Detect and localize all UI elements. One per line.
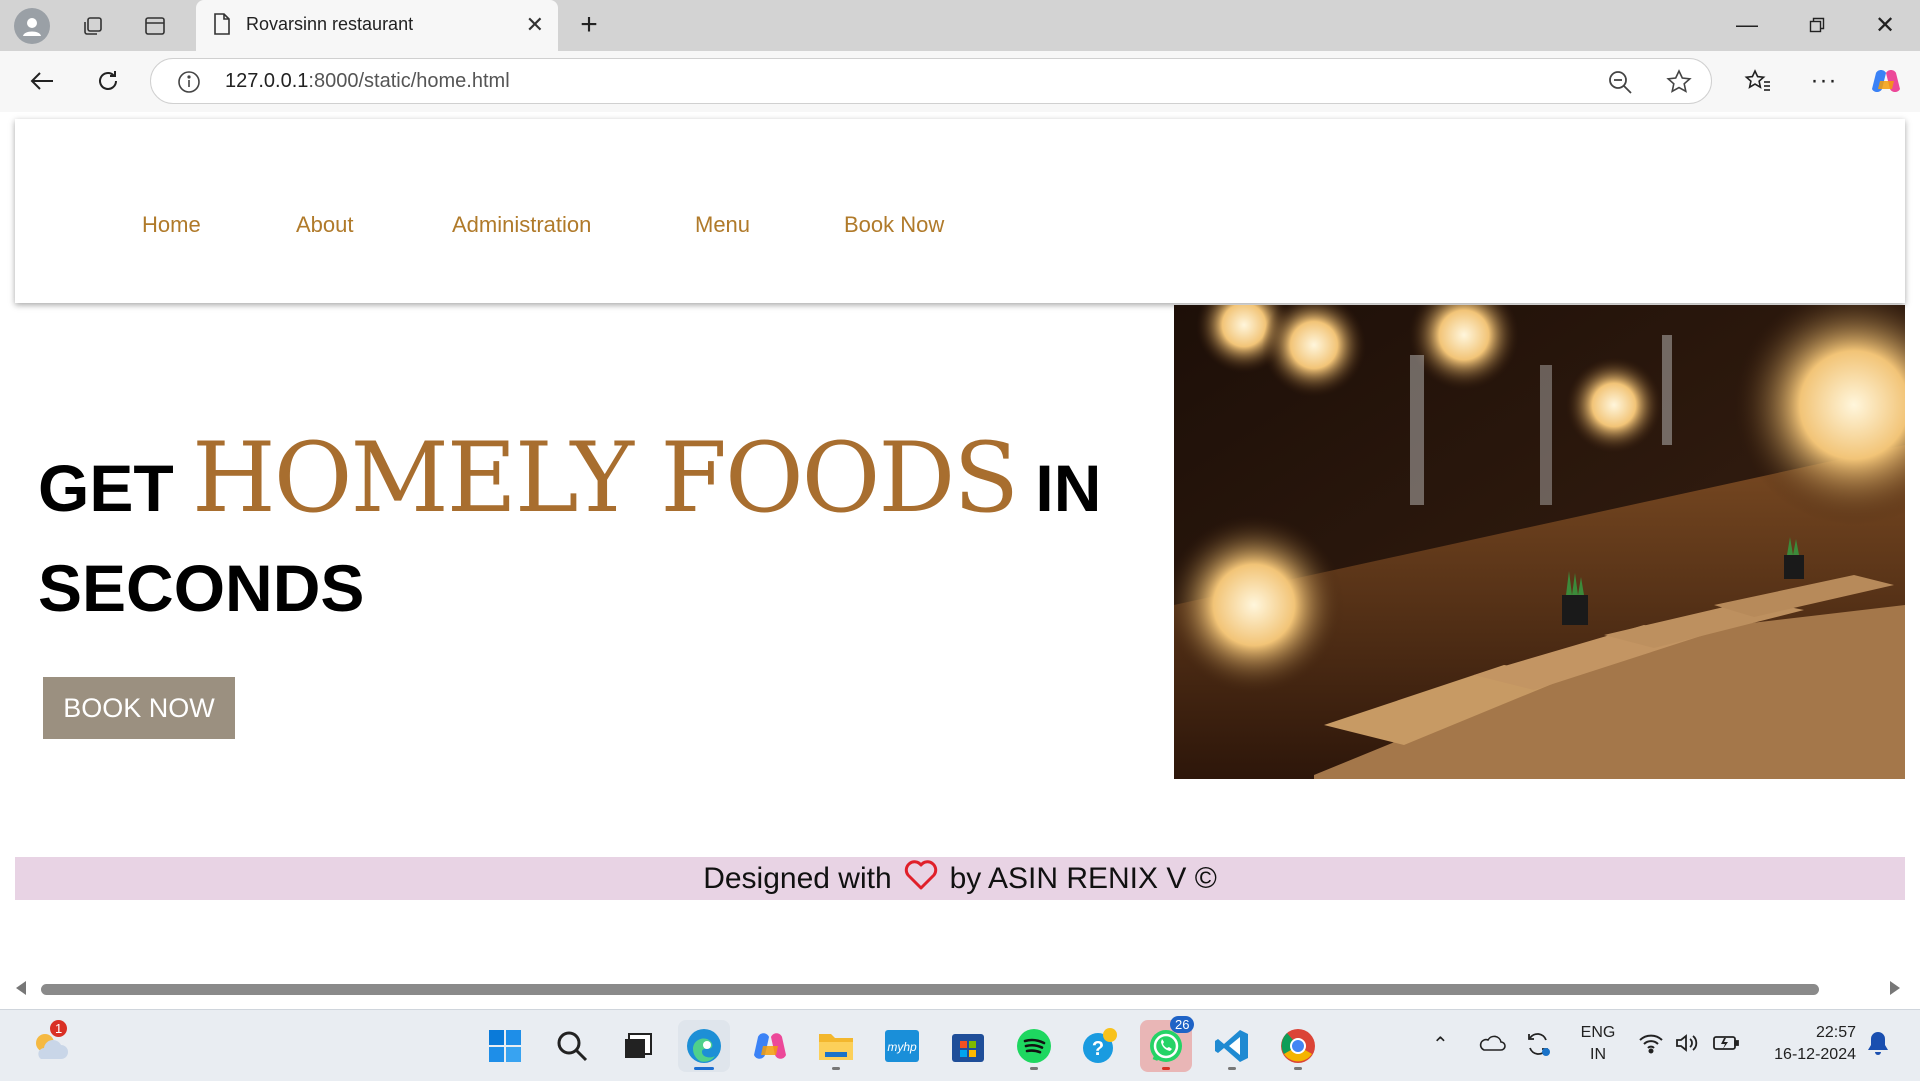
scrollbar-thumb[interactable] [41,984,1819,995]
back-icon[interactable] [24,63,60,99]
chrome-icon[interactable] [1272,1020,1324,1072]
book-now-button[interactable]: BOOK NOW [43,677,235,739]
help-icon[interactable]: ? [1074,1020,1126,1072]
spotify-icon[interactable] [1008,1020,1060,1072]
spotify-indicator [1030,1067,1038,1070]
more-options-icon[interactable]: ··· [1806,63,1842,99]
weather-widget-icon[interactable]: 1 [24,1020,76,1072]
nav-menu-link[interactable]: Menu [695,212,750,238]
address-bar[interactable]: 127.0.0.1:8000/static/home.html [150,58,1712,104]
refresh-icon[interactable] [90,63,126,99]
file-explorer-indicator [832,1067,840,1070]
scroll-left-icon[interactable] [16,981,26,995]
clock-date: 16-12-2024 [1774,1046,1856,1063]
new-tab-icon[interactable]: + [572,8,606,42]
clock-time: 22:57 [1815,1024,1856,1041]
start-icon[interactable] [479,1020,531,1072]
svg-text:?: ? [1092,1038,1104,1060]
file-explorer-icon[interactable] [810,1020,862,1072]
whatsapp-icon[interactable]: 26 [1140,1016,1195,1072]
edge-browser-icon[interactable] [678,1020,730,1072]
close-window-icon[interactable]: ✕ [1868,8,1902,42]
tab-actions-icon[interactable] [138,10,172,42]
favorite-star-icon[interactable] [1665,68,1693,101]
vscode-indicator [1228,1067,1236,1070]
heart-icon [904,859,938,898]
url-path: :8000/static/home.html [308,70,510,92]
zoom-out-icon[interactable] [1607,69,1633,100]
show-hidden-icons-icon[interactable]: ⌃ [1432,1032,1449,1057]
hero-in-text: IN [1035,451,1102,525]
microsoft-store-icon[interactable] [942,1020,994,1072]
hero-line-1: GET HOMELY FOODS IN [38,428,1148,538]
minimize-icon[interactable]: — [1730,8,1764,42]
profile-icon[interactable] [14,8,50,44]
vscode-icon[interactable] [1206,1020,1258,1072]
wifi-icon[interactable] [1638,1032,1664,1059]
nav-home-link[interactable]: Home [142,212,201,238]
hero-line-2: SECONDS [38,551,365,625]
collections-icon[interactable] [76,10,110,42]
site-info-icon[interactable] [177,70,201,99]
language-line-1: ENG [1580,1024,1616,1041]
scroll-right-icon[interactable] [1890,981,1900,995]
notifications-bell-icon[interactable] [1866,1030,1890,1063]
site-footer: Designed with by ASIN RENIX V © [15,857,1905,900]
site-navbar: Home About Administration Menu Book Now [15,119,1905,303]
sync-icon[interactable] [1524,1030,1552,1063]
page-viewport: Home About Administration Menu Book Now … [0,112,1920,1009]
edge-active-indicator [694,1067,714,1070]
language-indicator[interactable]: ENG IN [1576,1022,1620,1066]
hero-accent-text: HOMELY FOODS [192,422,1019,534]
clock[interactable]: 22:57 16-12-2024 [1756,1022,1856,1066]
url-text[interactable]: 127.0.0.1:8000/static/home.html [225,70,510,93]
windows-taskbar: 1 myhp ? 26 ⌃ ENG IN 22:57 16-12-2024 [0,1009,1920,1081]
onedrive-icon[interactable] [1478,1032,1506,1057]
nav-book-now-link[interactable]: Book Now [844,212,944,238]
restaurant-photo [1174,305,1905,779]
whatsapp-indicator [1162,1067,1170,1070]
task-view-icon[interactable] [612,1020,664,1072]
whatsapp-badge: 26 [1170,1016,1195,1033]
favorites-icon[interactable] [1740,63,1776,99]
browser-toolbar: 127.0.0.1:8000/static/home.html ··· [0,51,1920,113]
nav-about-link[interactable]: About [296,212,354,238]
search-icon[interactable] [546,1020,598,1072]
language-line-2: IN [1590,1046,1606,1063]
battery-icon[interactable] [1712,1033,1740,1058]
url-host: 127.0.0.1 [225,70,309,92]
svg-text:myhp: myhp [887,1040,917,1054]
volume-icon[interactable] [1674,1032,1700,1059]
copilot-taskbar-icon[interactable] [744,1020,796,1072]
hero-headline: GET HOMELY FOODS IN SECONDS [38,428,1148,638]
copilot-icon[interactable] [1868,63,1904,99]
hero-get-text: GET [38,451,174,525]
browser-tab-bar: Rovarsinn restaurant ✕ + — ✕ [0,0,1920,51]
footer-author: by ASIN RENIX V © [949,861,1217,895]
restore-icon[interactable] [1800,8,1834,42]
browser-tab-active[interactable]: Rovarsinn restaurant ✕ [196,0,558,51]
myhp-icon[interactable]: myhp [876,1020,928,1072]
footer-designed-with: Designed with [703,861,892,895]
page-icon [212,12,232,41]
close-tab-icon[interactable]: ✕ [526,12,544,38]
nav-administration-link[interactable]: Administration [452,212,591,238]
chrome-indicator [1294,1067,1302,1070]
tab-title: Rovarsinn restaurant [246,14,414,34]
